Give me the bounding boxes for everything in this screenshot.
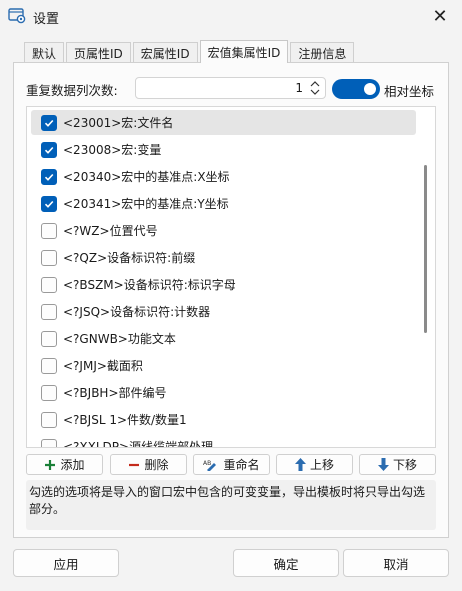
- tab-label: 默认: [32, 46, 57, 61]
- tab-default[interactable]: 默认: [24, 42, 65, 63]
- list-item[interactable]: <?JMJ>截面积: [31, 353, 416, 378]
- list-item-label: <?JSQ>设备标识符:计数器: [63, 305, 211, 319]
- list-item-label: <?BSZM>设备标识符:标识字母: [63, 278, 236, 292]
- apply-button[interactable]: 应用: [13, 549, 119, 577]
- list-item-label: <?GNWB>功能文本: [63, 332, 176, 346]
- action-button-row: 添加 删除 AB 重命名 上移 下移: [26, 454, 436, 476]
- checkbox[interactable]: [41, 141, 57, 158]
- title-bar: 设置 ✕: [0, 0, 462, 32]
- checkbox[interactable]: [41, 330, 57, 347]
- list-item[interactable]: <?XXLDP>源线缆端部处理: [31, 434, 416, 448]
- list-item-label: <20341>宏中的基准点:Y坐标: [63, 197, 229, 211]
- variable-list[interactable]: <23001>宏:文件名 <23008>宏:变量 <20340>宏中的基准点:X…: [26, 106, 436, 448]
- cancel-button-label: 取消: [383, 556, 409, 572]
- rename-button-label: 重命名: [223, 458, 260, 472]
- list-item-label: <23008>宏:变量: [63, 143, 162, 157]
- list-scrollbar[interactable]: [424, 165, 427, 333]
- minus-icon: [128, 459, 140, 471]
- checkbox[interactable]: [41, 384, 57, 401]
- ok-button[interactable]: 确定: [233, 549, 339, 577]
- move-down-button-label: 下移: [392, 458, 417, 472]
- repeat-count-value: 1: [295, 81, 303, 95]
- list-item[interactable]: <20341>宏中的基准点:Y坐标: [31, 191, 416, 216]
- tab-label: 宏值集属性ID: [207, 45, 281, 60]
- tab-panel: 重复数据列次数: 1 相对坐标 <23001>宏:文件名 <23008>宏:变量…: [13, 62, 449, 538]
- tab-label: 页属性ID: [74, 46, 123, 61]
- repeat-count-spinbox[interactable]: 1: [135, 77, 326, 99]
- checkbox[interactable]: [41, 249, 57, 266]
- list-item-label: <20340>宏中的基准点:X坐标: [63, 170, 230, 184]
- rename-icon: AB: [203, 459, 219, 471]
- plus-icon: [44, 459, 56, 471]
- repeat-count-label: 重复数据列次数:: [26, 83, 118, 98]
- arrow-up-icon: [294, 458, 306, 471]
- checkbox[interactable]: [41, 303, 57, 320]
- checkbox[interactable]: [41, 114, 57, 131]
- list-item-label: <23001>宏:文件名: [63, 116, 174, 130]
- move-up-button-label: 上移: [309, 458, 334, 472]
- close-icon: ✕: [432, 5, 448, 27]
- toggle-knob: [364, 83, 376, 95]
- tab-macro-property-id[interactable]: 宏属性ID: [132, 42, 198, 63]
- list-item-label: <?WZ>位置代号: [63, 224, 158, 238]
- checkbox[interactable]: [41, 438, 57, 447]
- checkbox[interactable]: [41, 276, 57, 293]
- tab-strip: 默认 页属性ID 宏属性ID 宏值集属性ID 注册信息: [24, 40, 356, 63]
- ok-button-label: 确定: [273, 556, 299, 572]
- list-item[interactable]: <?GNWB>功能文本: [31, 326, 416, 351]
- checkbox[interactable]: [41, 357, 57, 374]
- relative-coords-toggle[interactable]: [332, 79, 380, 99]
- list-item[interactable]: <20340>宏中的基准点:X坐标: [31, 164, 416, 189]
- move-up-button[interactable]: 上移: [276, 454, 353, 475]
- settings-window-icon: [8, 7, 26, 24]
- delete-button[interactable]: 删除: [110, 454, 187, 475]
- list-item[interactable]: <23001>宏:文件名: [31, 110, 416, 135]
- list-item-label: <?QZ>设备标识符:前缀: [63, 251, 196, 265]
- list-item-label: <?JMJ>截面积: [63, 359, 143, 373]
- checkbox[interactable]: [41, 195, 57, 212]
- spin-chevrons-icon[interactable]: [309, 79, 321, 97]
- description-text: 勾选的选项将是导入的窗口宏中包含的可变变量，导出模板时将只导出勾选部分。: [26, 480, 436, 530]
- close-button[interactable]: ✕: [426, 4, 454, 28]
- list-item[interactable]: <?QZ>设备标识符:前缀: [31, 245, 416, 270]
- list-item[interactable]: <?BJSL 1>件数/数量1: [31, 407, 416, 432]
- svg-text:AB: AB: [203, 460, 211, 467]
- delete-button-label: 删除: [144, 458, 169, 472]
- window-title: 设置: [33, 12, 60, 27]
- tab-macro-value-set-property-id[interactable]: 宏值集属性ID: [199, 40, 289, 63]
- checkbox[interactable]: [41, 411, 57, 428]
- tab-page-property-id[interactable]: 页属性ID: [66, 42, 131, 63]
- rename-button[interactable]: AB 重命名: [193, 454, 270, 475]
- relative-coords-label: 相对坐标: [384, 84, 435, 99]
- list-item[interactable]: <?JSQ>设备标识符:计数器: [31, 299, 416, 324]
- list-item[interactable]: <?BSZM>设备标识符:标识字母: [31, 272, 416, 297]
- tab-label: 宏属性ID: [140, 46, 190, 61]
- cancel-button[interactable]: 取消: [343, 549, 449, 577]
- list-item[interactable]: <?BJBH>部件编号: [31, 380, 416, 405]
- add-button[interactable]: 添加: [26, 454, 103, 475]
- list-item[interactable]: <?WZ>位置代号: [31, 218, 416, 243]
- checkbox[interactable]: [41, 222, 57, 239]
- list-item-label: <?XXLDP>源线缆端部处理: [63, 440, 214, 448]
- checkbox[interactable]: [41, 168, 57, 185]
- move-down-button[interactable]: 下移: [359, 454, 436, 475]
- arrow-down-icon: [377, 458, 389, 471]
- tab-registration-info[interactable]: 注册信息: [290, 42, 355, 63]
- apply-button-label: 应用: [53, 556, 79, 572]
- list-item[interactable]: <23008>宏:变量: [31, 137, 416, 162]
- add-button-label: 添加: [60, 458, 85, 472]
- tab-label: 注册信息: [298, 46, 347, 61]
- list-item-label: <?BJSL 1>件数/数量1: [63, 413, 187, 427]
- list-item-label: <?BJBH>部件编号: [63, 386, 167, 400]
